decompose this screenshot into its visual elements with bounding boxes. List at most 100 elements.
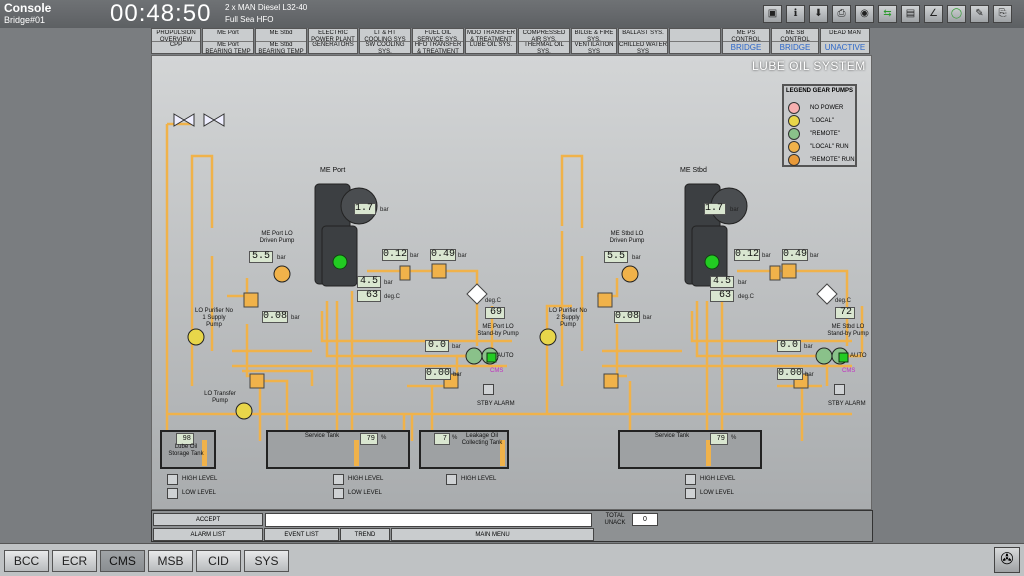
nav-bilge[interactable]: BILGE & FIRE SYS. VENTILATION SYS: [571, 28, 617, 54]
stbd-filter-dp: 0.08: [614, 311, 640, 323]
nav-mdo-lube[interactable]: MDO TRANSFER & TREATMENT LUBE OIL SYS.: [465, 28, 517, 54]
stbd-driven-value: 5.5: [604, 251, 628, 263]
info-icon[interactable]: ℹ: [786, 5, 805, 23]
printer-icon[interactable]: ⎘: [993, 5, 1012, 23]
legend-local-run: "LOCAL" RUN: [788, 141, 858, 153]
purifier1-label: LO Purifier No 1 Supply Pump: [194, 308, 233, 328]
port-p3: 4.5: [357, 276, 381, 288]
stbd-pressure: 1.7: [704, 203, 726, 215]
nav-propulsion[interactable]: PROPULSION OVERVIEW CPP: [151, 28, 201, 54]
save-icon[interactable]: ⬇: [809, 5, 828, 23]
legend-gear-pumps: LEGEND GEAR PUMPS NO POWER "LOCAL" "REMO…: [782, 84, 857, 167]
window-icon[interactable]: ▣: [763, 5, 782, 23]
port-standby-dp: 0.00: [425, 368, 451, 380]
port-stby-alarm-box[interactable]: [483, 384, 494, 395]
stbd-stby-alarm-box[interactable]: [834, 384, 845, 395]
stbd-standby-label: ME Stbd LO Stand-by Pump: [827, 324, 869, 337]
leakage-high-level[interactable]: [446, 474, 457, 485]
system-title: LUBE OIL SYSTEM: [752, 59, 866, 73]
port-temp: 63: [357, 290, 381, 302]
clock: 00:48:50: [110, 0, 212, 27]
nav-me-port[interactable]: ME Port ME Port BEARING TEMP: [202, 28, 254, 54]
port-cms: CMS: [490, 368, 504, 374]
alarm-bar: ACCEPT TOTAL UNACK 0 ALARM LIST EVENT LI…: [151, 510, 873, 542]
storage-high-level[interactable]: [167, 474, 178, 485]
legend-no-power: NO POWER: [788, 102, 858, 114]
nav-electric[interactable]: ELECTRIC POWER PLANT GENERATORS: [308, 28, 358, 54]
main-menu-button[interactable]: MAIN MENU: [391, 528, 594, 541]
port-p2: 0.49: [430, 249, 456, 261]
me-stbd-label: ME Stbd: [680, 167, 707, 174]
service-stbd-level: 79: [710, 433, 728, 445]
port-auto: AUTO: [497, 353, 514, 359]
app-subtitle: Bridge#01: [4, 15, 46, 25]
legend-remote: "REMOTE": [788, 128, 858, 140]
chart-icon[interactable]: ∠: [924, 5, 943, 23]
tab-ecr[interactable]: ECR: [52, 550, 97, 572]
stbd-p2: 0.49: [782, 249, 808, 261]
document-icon[interactable]: ▤: [901, 5, 920, 23]
unack-count: 0: [632, 513, 658, 526]
fan-icon[interactable]: ✇: [994, 547, 1020, 573]
nav-fuel-oil[interactable]: FUEL OIL SERVICE SYS. HFO TRANSFER & TREA…: [412, 28, 464, 54]
service-port-high-level[interactable]: [333, 474, 344, 485]
service-port-low-level[interactable]: [333, 488, 344, 499]
service-stbd-high-level[interactable]: [685, 474, 696, 485]
camera-icon[interactable]: ◉: [855, 5, 874, 23]
stbd-temp2: 72: [835, 307, 855, 319]
tab-sys[interactable]: SYS: [244, 550, 289, 572]
mimic-panel: LUBE OIL SYSTEM LEGEND GEAR PUMPS NO POW…: [151, 55, 872, 510]
legend-local: "LOCAL": [788, 115, 858, 127]
port-driven-pump-label: ME Port LO Driven Pump: [259, 231, 295, 244]
nav-me-stbd[interactable]: ME Stbd ME Stbd BEARING TEMP: [255, 28, 307, 54]
storage-low-level[interactable]: [167, 488, 178, 499]
stbd-cms: CMS: [842, 368, 856, 374]
pipe-diagram: [160, 113, 864, 469]
port-standby-value: 0.0: [425, 340, 449, 352]
trend-button[interactable]: TREND: [340, 528, 390, 541]
accept-button[interactable]: ACCEPT: [153, 513, 263, 526]
alarm-list-button[interactable]: ALARM LIST: [153, 528, 263, 541]
fuel-info: Full Sea HFO: [225, 15, 274, 24]
nav-compressed-air[interactable]: COMPRESSED AIR SYS. THERMAL OIL SYS.: [518, 28, 570, 54]
alarm-message-field: [265, 513, 592, 527]
service-tank-port-label: Service Tank: [304, 433, 340, 439]
tab-cid[interactable]: CID: [196, 550, 241, 572]
port-pressure: 1.7: [354, 203, 376, 215]
port-temp2: 69: [485, 307, 505, 319]
stbd-stby-alarm-label: STBY ALARM: [828, 401, 866, 407]
nav-dead-man[interactable]: DEAD MAN UNACTIVE: [820, 28, 870, 54]
nav-cooling[interactable]: LT & HT COOLING SYS SW COOLING SYS.: [359, 28, 411, 54]
stbd-driven-pump-label: ME Stbd LO Driven Pump: [609, 231, 645, 244]
service-port-level: 79: [360, 433, 378, 445]
total-label: TOTAL: [605, 513, 625, 519]
stbd-p3: 4.5: [710, 276, 734, 288]
port-driven-value: 5.5: [249, 251, 273, 263]
edit-icon[interactable]: ✎: [970, 5, 989, 23]
print-icon[interactable]: ⎙: [832, 5, 851, 23]
chat-icon[interactable]: ◯: [947, 5, 966, 23]
engine-info: 2 x MAN Diesel L32-40: [225, 3, 308, 12]
leakage-level: 7: [434, 433, 450, 445]
stbd-standby-value: 0.0: [777, 340, 801, 352]
tab-cms[interactable]: CMS: [100, 550, 145, 572]
nav-me-sb-control[interactable]: ME SB CONTROL BRIDGE: [771, 28, 819, 54]
tab-bcc[interactable]: BCC: [4, 550, 49, 572]
network-icon[interactable]: ⇆: [878, 5, 897, 23]
me-port-label: ME Port: [320, 167, 346, 174]
nav-empty[interactable]: [669, 28, 721, 54]
tab-msb[interactable]: MSB: [148, 550, 193, 572]
nav-me-ps-control[interactable]: ME PS CONTROL BRIDGE: [722, 28, 770, 54]
transfer-pump-label: LO Transfer Pump: [204, 391, 236, 404]
stbd-temp: 63: [710, 290, 734, 302]
stbd-auto: AUTO: [850, 353, 867, 359]
nav-ballast[interactable]: BALLAST SYS. CHILLED WATER SYS: [618, 28, 668, 54]
port-p1: 0.12: [382, 249, 408, 261]
service-stbd-low-level[interactable]: [685, 488, 696, 499]
storage-tank-label: Lube Oil Storage Tank: [168, 444, 204, 457]
service-tank-stbd-label: Service Tank: [654, 433, 690, 439]
stbd-standby-dp: 0.00: [777, 368, 803, 380]
leakage-tank-label: Leakage Oil Collecting Tank: [461, 433, 503, 446]
port-filter-dp: 0.08: [262, 311, 288, 323]
event-list-button[interactable]: EVENT LIST: [264, 528, 339, 541]
